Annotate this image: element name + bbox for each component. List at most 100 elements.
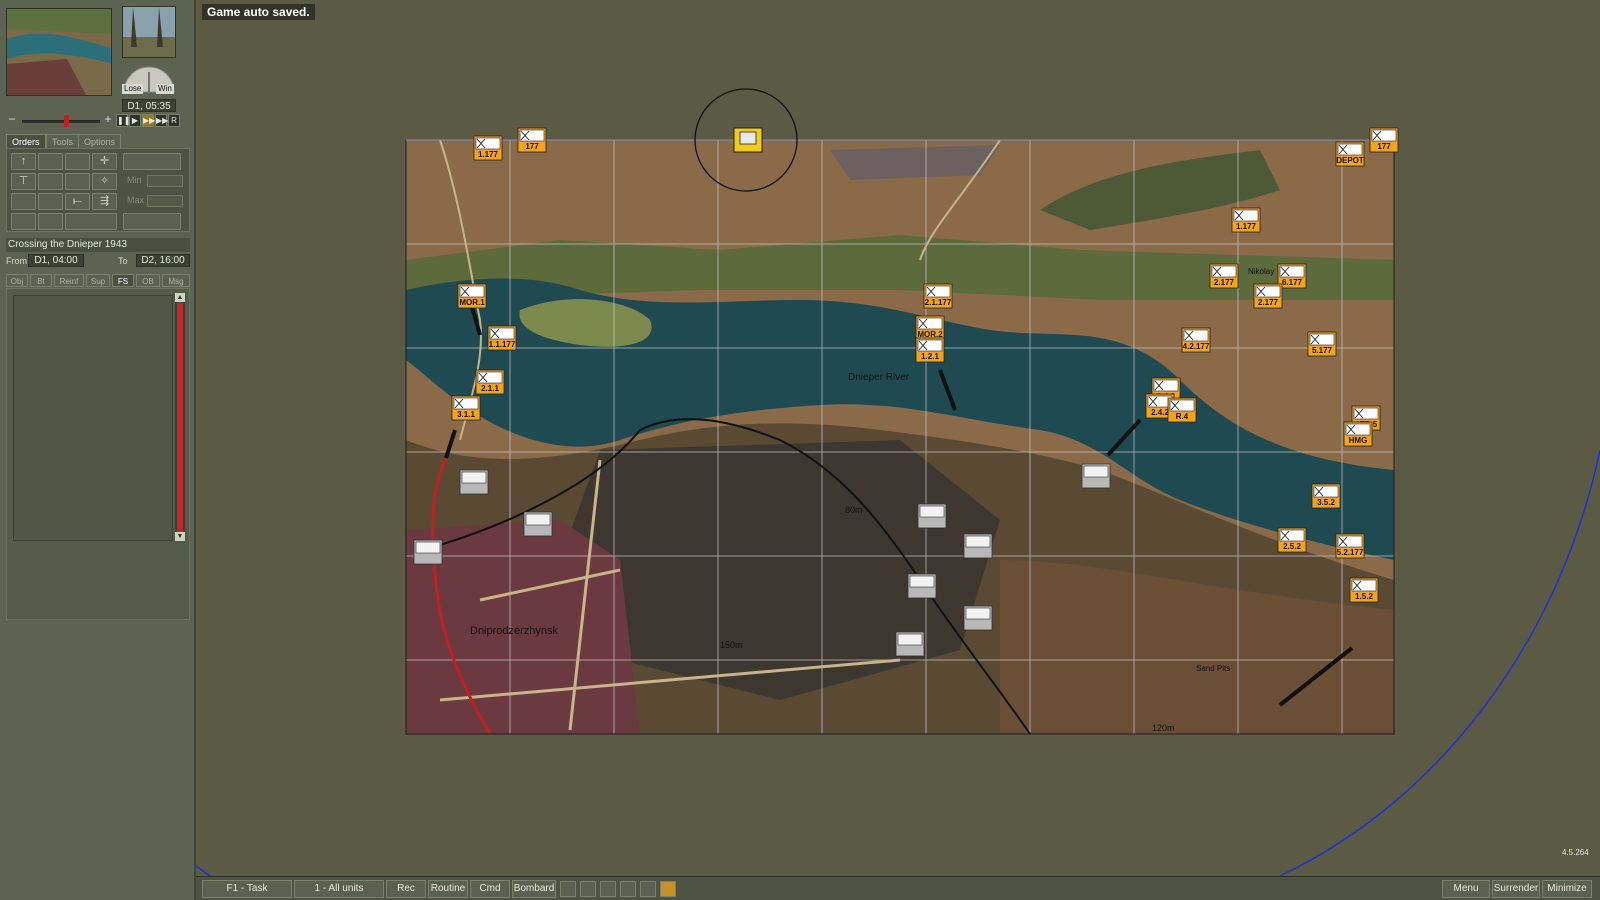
zoom-out-icon[interactable]: − [6, 113, 18, 126]
tab-sup[interactable]: Sup [86, 274, 110, 287]
order-wide-button-1[interactable] [123, 153, 181, 170]
soviet-unit-counter[interactable]: 5.177 [1307, 331, 1337, 357]
fast-button[interactable]: ▶▶ [142, 114, 155, 127]
soviet-unit-counter[interactable]: 4.2.177 [1181, 327, 1211, 353]
cmd-button[interactable]: Cmd [470, 880, 510, 898]
min-field[interactable] [147, 175, 183, 187]
german-unit-counter[interactable] [523, 511, 553, 537]
all-units-button[interactable]: 1 - All units [294, 880, 384, 898]
tab-fs[interactable]: FS [112, 274, 134, 287]
soviet-unit-counter[interactable]: 1.2.1 [915, 337, 945, 363]
zoom-in-icon[interactable]: + [102, 113, 114, 126]
soviet-unit-counter[interactable]: 3.5.2 [1311, 483, 1341, 509]
scroll-down-icon[interactable]: ▼ [175, 532, 185, 541]
soviet-unit-counter[interactable]: 2.5.2 [1277, 527, 1307, 553]
minimap[interactable] [6, 8, 112, 96]
label-elevation-80: 80m [845, 505, 863, 515]
soviet-unit-counter[interactable]: 2.1.177 [923, 283, 953, 309]
zoom-slider[interactable] [22, 120, 100, 123]
order-button-6[interactable] [38, 173, 63, 190]
tab-bt[interactable]: Bt [30, 274, 52, 287]
german-unit-counter[interactable] [413, 539, 443, 565]
order-button-9[interactable] [11, 193, 36, 210]
soviet-unit-counter[interactable]: 1.1.177 [487, 325, 517, 351]
order-button-14[interactable] [38, 213, 63, 230]
tab-orders[interactable]: Orders [6, 134, 46, 148]
bombard-button[interactable]: Bombard [512, 880, 556, 898]
tab-options[interactable]: Options [78, 134, 122, 148]
soviet-unit-counter[interactable]: MOR.2 [915, 315, 945, 341]
objectives-toggle-icon[interactable] [620, 881, 636, 897]
german-unit-counter[interactable] [917, 503, 947, 529]
order-line-icon[interactable]: ⟝ [65, 193, 90, 210]
soviet-unit-counter[interactable]: 1.177 [473, 135, 503, 161]
order-dig-icon[interactable]: ⊤ [11, 173, 36, 190]
soviet-unit-counter[interactable]: 177 [1369, 127, 1399, 153]
unit-label: 1.2.1 [921, 352, 939, 361]
tab-msg[interactable]: Msg [162, 274, 190, 287]
info-scrollbar[interactable]: ▲ ▼ [175, 293, 185, 541]
max-field[interactable] [147, 195, 183, 207]
rec-button[interactable]: Rec [386, 880, 426, 898]
scroll-thumb[interactable] [177, 303, 183, 533]
order-button-13[interactable] [11, 213, 36, 230]
unit-label: 3.5.2 [1317, 498, 1335, 507]
soviet-unit-counter[interactable]: 2.1.1 [475, 369, 505, 395]
play-button[interactable]: ▶ [129, 114, 141, 127]
replay-button[interactable]: R [168, 114, 180, 127]
minimize-button[interactable]: Minimize [1542, 880, 1592, 898]
soviet-unit-counter[interactable]: HMG [1343, 421, 1373, 447]
max-label: Max [127, 195, 145, 205]
order-button-7[interactable] [65, 173, 90, 190]
order-target-icon[interactable]: ✛ [92, 153, 117, 170]
soviet-unit-counter[interactable]: 1.5.2 [1349, 577, 1379, 603]
order-button-3[interactable] [65, 153, 90, 170]
zoom-slider-handle[interactable] [64, 115, 69, 127]
menu-button[interactable]: Menu [1442, 880, 1490, 898]
tab-tools[interactable]: Tools [46, 134, 80, 148]
routine-button[interactable]: Routine [428, 880, 468, 898]
german-unit-counter[interactable] [963, 533, 993, 559]
order-wide-button-3[interactable] [123, 213, 181, 230]
scroll-up-icon[interactable]: ▲ [175, 293, 185, 302]
german-unit-counter[interactable] [963, 605, 993, 631]
fastest-button[interactable]: ▶▶ [155, 114, 168, 127]
pause-button[interactable]: ❚❚ [116, 114, 130, 127]
soviet-unit-counter[interactable]: 3.1.1 [451, 395, 481, 421]
terrain-toggle-icon[interactable] [580, 881, 596, 897]
reinforcement-toggle-icon[interactable] [660, 881, 676, 897]
units-toggle-icon[interactable] [600, 881, 616, 897]
task-button[interactable]: F1 - Task [202, 880, 292, 898]
info-content[interactable] [13, 295, 173, 541]
tactical-map[interactable]: Dnieper River Dniprodzerzhynsk Nikolay S… [0, 0, 1600, 900]
german-unit-counter[interactable] [907, 573, 937, 599]
surrender-button[interactable]: Surrender [1492, 880, 1540, 898]
order-split-icon[interactable]: ⇶ [92, 193, 117, 210]
soviet-unit-counter[interactable]: 177 [517, 127, 547, 153]
german-unit-counter[interactable] [895, 631, 925, 657]
tab-obj[interactable]: Obj [6, 274, 28, 287]
order-defend-icon[interactable]: ✧ [92, 173, 117, 190]
tab-ob[interactable]: OB [136, 274, 160, 287]
selected-unit[interactable] [733, 127, 763, 153]
soviet-unit-counter[interactable]: 2.177 [1253, 283, 1283, 309]
german-unit-counter[interactable] [1081, 463, 1111, 489]
order-move-icon[interactable]: ↑ [11, 153, 36, 170]
soviet-unit-counter[interactable]: 2.177 [1209, 263, 1239, 289]
unit-label: 3.1.1 [457, 410, 475, 419]
grid-toggle-icon[interactable] [560, 881, 576, 897]
soviet-unit-counter[interactable]: 5.2.177 [1335, 533, 1365, 559]
win-label: Win [156, 84, 174, 94]
los-toggle-icon[interactable] [640, 881, 656, 897]
german-unit-counter[interactable] [459, 469, 489, 495]
soviet-unit-counter[interactable]: DEPOT [1335, 141, 1365, 167]
order-button-10[interactable] [38, 193, 63, 210]
tab-reinf[interactable]: Reinf [54, 274, 84, 287]
unit-label: 2.1.1 [481, 384, 499, 393]
soviet-unit-counter[interactable]: 1.177 [1231, 207, 1261, 233]
order-button-2[interactable] [38, 153, 63, 170]
soviet-unit-counter[interactable]: R.4 [1167, 397, 1197, 423]
order-wide-button-2[interactable] [65, 213, 117, 230]
soviet-unit-counter[interactable]: MOR.1 [457, 283, 487, 309]
unit-label: 1.1.177 [489, 340, 516, 349]
